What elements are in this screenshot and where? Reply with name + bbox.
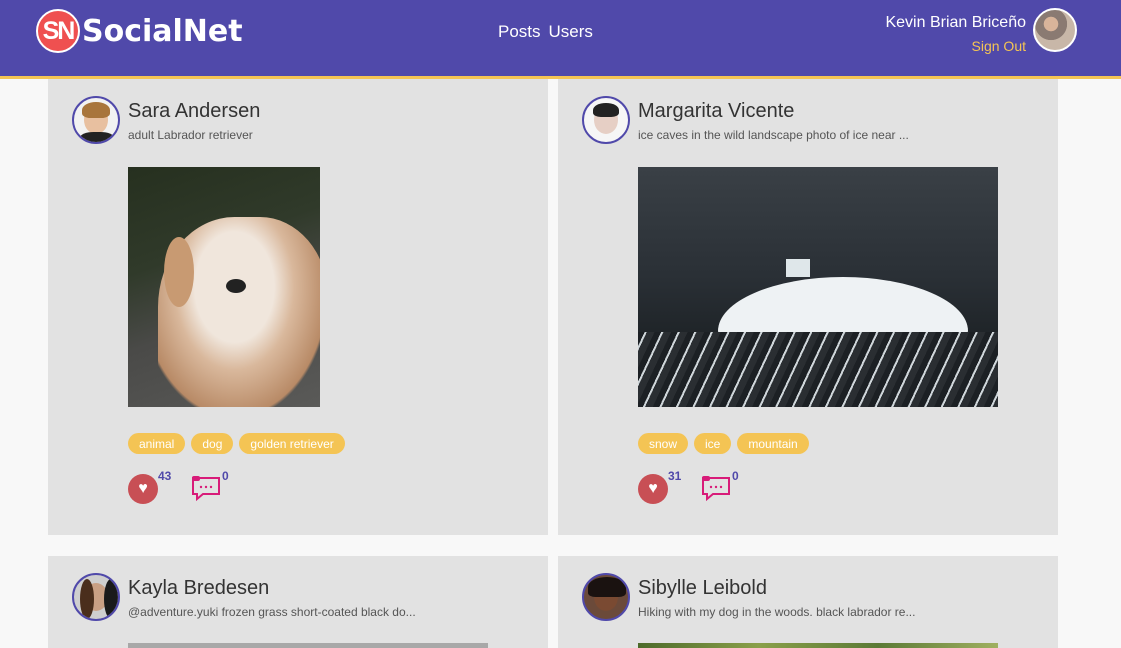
tag-list: snow ice mountain bbox=[638, 433, 809, 454]
author-avatar[interactable] bbox=[72, 573, 120, 621]
sign-out-link[interactable]: Sign Out bbox=[885, 38, 1026, 54]
tag[interactable]: animal bbox=[128, 433, 186, 454]
post-caption: adult Labrador retriever bbox=[128, 128, 253, 142]
post-image[interactable] bbox=[128, 643, 488, 648]
user-avatar[interactable] bbox=[1033, 8, 1077, 52]
nav-links: Posts Users bbox=[498, 22, 593, 42]
navbar: SN SocialNet Posts Users Kevin Brian Bri… bbox=[0, 0, 1121, 79]
tag[interactable]: snow bbox=[638, 433, 689, 454]
tag[interactable]: ice bbox=[694, 433, 732, 454]
post-caption: ice caves in the wild landscape photo of… bbox=[638, 128, 909, 142]
heart-icon[interactable]: ♥ bbox=[128, 474, 158, 504]
post-caption: @adventure.yuki frozen grass short-coate… bbox=[128, 605, 416, 619]
nav-link-users[interactable]: Users bbox=[549, 22, 593, 42]
author-avatar[interactable] bbox=[72, 96, 120, 144]
comment-icon[interactable] bbox=[191, 475, 221, 501]
post-image[interactable] bbox=[638, 167, 998, 407]
tag[interactable]: golden retriever bbox=[239, 433, 345, 454]
post-caption: Hiking with my dog in the woods. black l… bbox=[638, 605, 916, 619]
post-card: Margarita Vicente ice caves in the wild … bbox=[558, 79, 1058, 535]
user-name: Kevin Brian Briceño bbox=[885, 14, 1026, 31]
post-author[interactable]: Margarita Vicente bbox=[638, 100, 794, 123]
tag[interactable]: mountain bbox=[737, 433, 809, 454]
author-avatar[interactable] bbox=[582, 96, 630, 144]
comment-count: 0 bbox=[222, 469, 229, 483]
tag[interactable]: dog bbox=[191, 433, 234, 454]
post-image[interactable] bbox=[128, 167, 320, 407]
heart-icon[interactable]: ♥ bbox=[638, 474, 668, 504]
logo-text: SocialNet bbox=[82, 13, 243, 49]
like-count: 43 bbox=[158, 469, 172, 483]
post-image[interactable] bbox=[638, 643, 998, 648]
user-box: Kevin Brian Briceño Sign Out bbox=[885, 8, 1077, 54]
post-author[interactable]: Sara Andersen bbox=[128, 100, 260, 123]
logo-badge: SN bbox=[36, 9, 80, 53]
author-avatar[interactable] bbox=[582, 573, 630, 621]
post-author[interactable]: Kayla Bredesen bbox=[128, 577, 269, 600]
post-card: Sibylle Leibold Hiking with my dog in th… bbox=[558, 556, 1058, 648]
post-author[interactable]: Sibylle Leibold bbox=[638, 577, 767, 600]
post-card: Kayla Bredesen @adventure.yuki frozen gr… bbox=[48, 556, 548, 648]
nav-link-posts[interactable]: Posts bbox=[498, 22, 541, 42]
post-card: Sara Andersen adult Labrador retriever a… bbox=[48, 79, 548, 535]
comment-icon[interactable] bbox=[701, 475, 731, 501]
comment-count: 0 bbox=[732, 469, 739, 483]
like-count: 31 bbox=[668, 469, 682, 483]
logo-link[interactable]: SN SocialNet bbox=[36, 9, 243, 53]
tag-list: animal dog golden retriever bbox=[128, 433, 345, 454]
